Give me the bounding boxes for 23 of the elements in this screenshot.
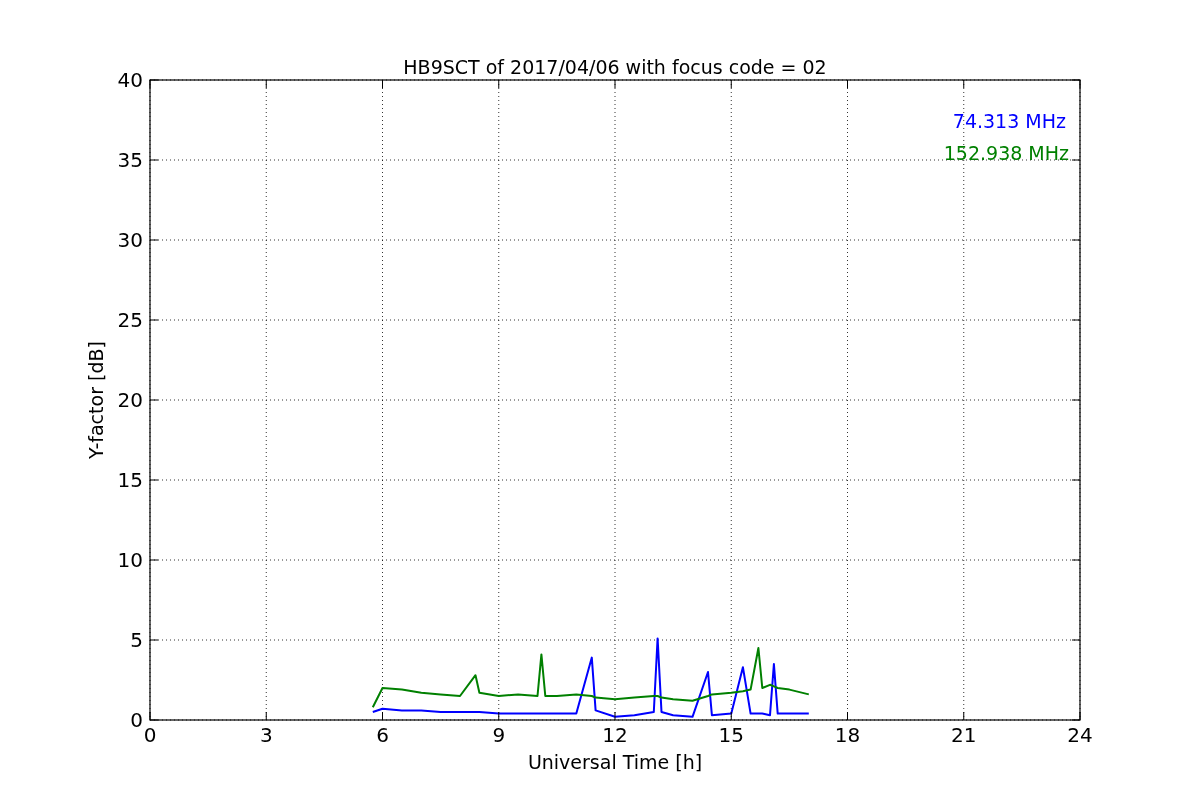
y-tick-label: 0 [130,708,143,732]
y-tick-label: 40 [117,68,143,92]
x-tick-label: 15 [718,723,744,747]
x-tick-label: 3 [259,723,273,747]
x-tick-label: 9 [492,723,506,747]
x-tick-label: 21 [951,723,977,747]
chart-title: HB9SCT of 2017/04/06 with focus code = 02 [403,56,827,78]
x-tick-label: 0 [143,723,157,747]
legend-label: 74.313 MHz [952,110,1066,132]
y-tick-label: 10 [117,548,143,572]
y-tick-label: 35 [117,148,143,172]
x-tick-label: 18 [834,723,861,747]
y-tick-label: 15 [117,468,143,492]
x-tick-label: 24 [1067,723,1093,747]
x-axis-label: Universal Time [h] [527,751,703,773]
y-tick-label: 20 [117,388,143,412]
y-tick-label: 25 [117,308,143,332]
y-axis-label: Y-factor [dB] [85,341,107,459]
x-tick-label: 12 [602,723,628,747]
x-tick-label: 6 [376,723,389,747]
y-tick-label: 30 [117,228,143,252]
y-tick-label: 5 [130,628,143,652]
legend-label: 152.938 MHz [943,142,1069,164]
